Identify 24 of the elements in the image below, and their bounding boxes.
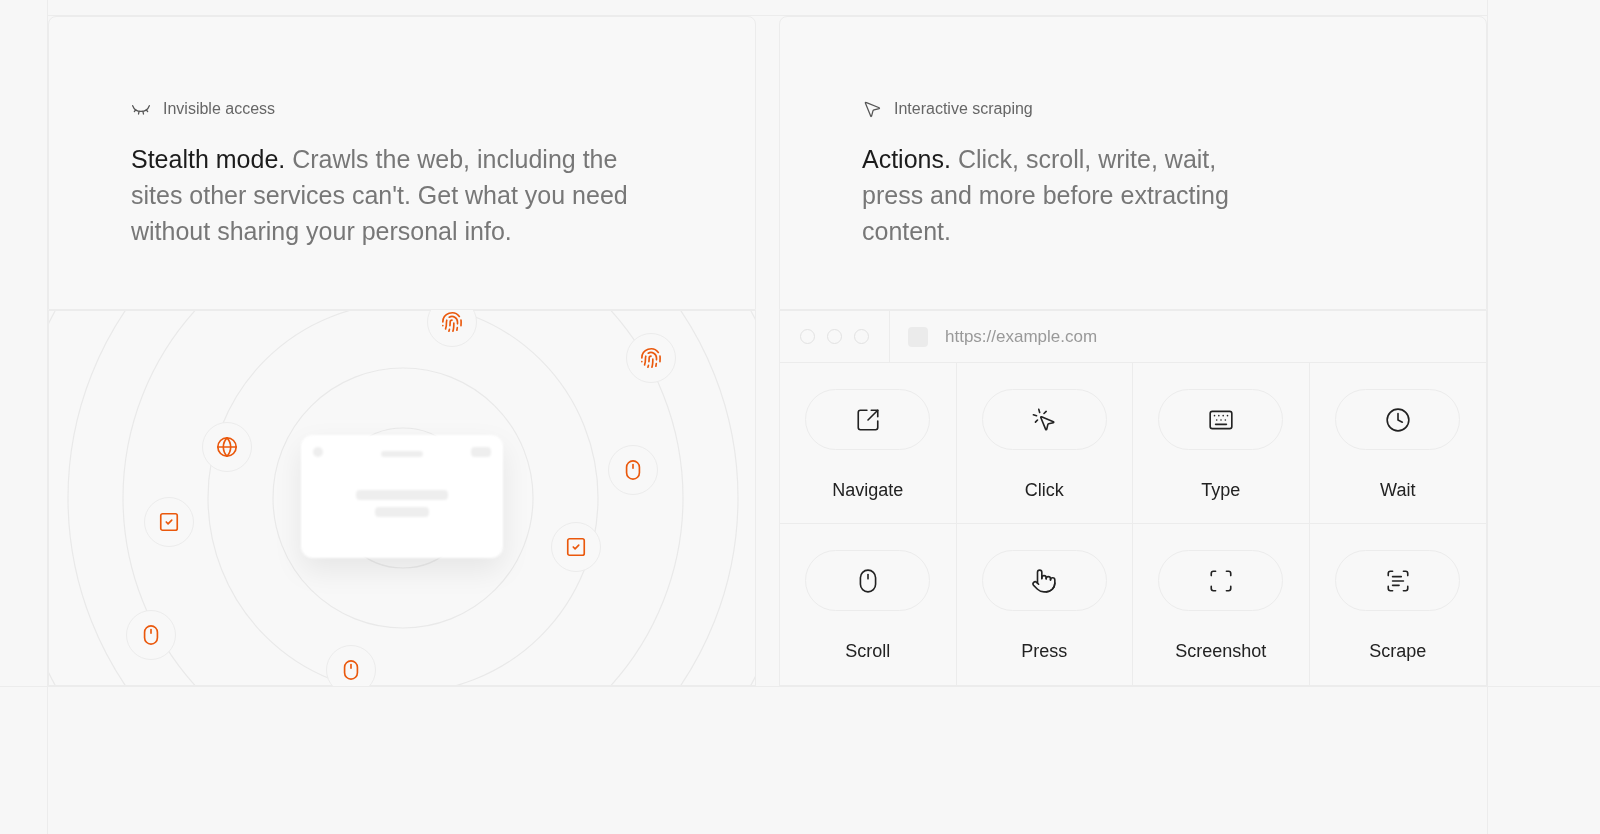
action-label: Type [1201,479,1241,502]
action-label: Scroll [845,640,891,663]
url-text: https://example.com [945,325,1098,348]
action-label: Wait [1380,479,1416,502]
feature-headline: Stealth mode. Crawls the web, including the sites other services can't. Get what you need without sharing your personal info. [131,144,629,247]
action-label: Navigate [832,479,904,502]
action-label: Scrape [1369,640,1427,663]
external-link-icon [854,406,881,433]
scan-text-icon [1384,567,1411,594]
checkbox-icon [565,536,587,558]
globe-icon [216,436,238,458]
fingerprint-icon [640,347,662,369]
clock-icon [1384,406,1411,433]
feature-headline: Actions. Click, scroll, write, wait, press and more before extracting content. [862,144,1230,247]
hand-pointer-icon [1031,567,1058,594]
feature-eyebrow: Interactive scraping [894,99,1033,119]
scan-frame-icon [1207,567,1234,594]
cursor-icon [862,99,882,119]
action-label: Screenshot [1175,640,1267,663]
checkbox-icon [158,511,180,533]
action-label: Click [1024,479,1064,502]
action-label: Press [1021,640,1068,663]
fingerprint-icon [441,311,463,333]
feature-eyebrow: Invisible access [163,99,276,119]
